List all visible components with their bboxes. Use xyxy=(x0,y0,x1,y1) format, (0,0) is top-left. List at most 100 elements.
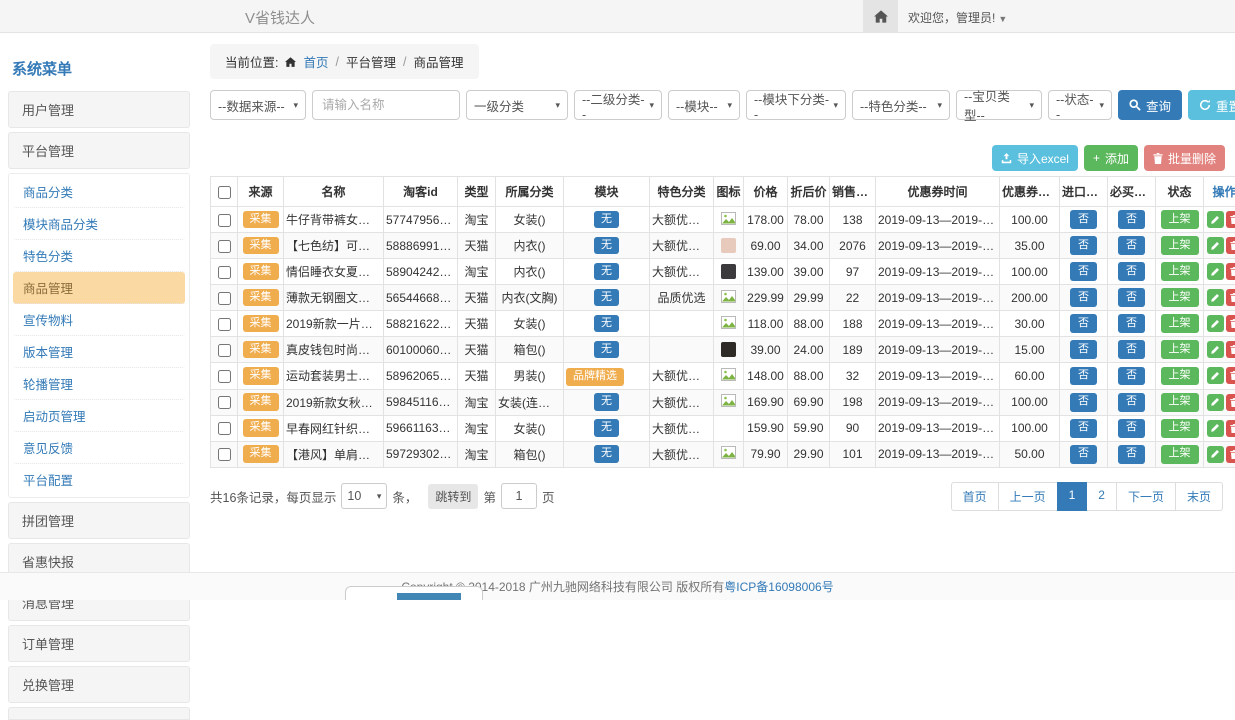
page-last[interactable]: 末页 xyxy=(1175,482,1223,511)
must-buy-toggle[interactable]: 否 xyxy=(1118,210,1145,229)
import-select-toggle[interactable]: 否 xyxy=(1070,419,1097,438)
must-buy-toggle[interactable]: 否 xyxy=(1118,419,1145,438)
add-button[interactable]: + 添加 xyxy=(1084,145,1138,171)
delete-button[interactable] xyxy=(1226,211,1235,228)
delete-button[interactable] xyxy=(1226,367,1235,384)
page-next[interactable]: 下一页 xyxy=(1116,482,1176,511)
must-buy-toggle[interactable]: 否 xyxy=(1118,445,1145,464)
row-checkbox[interactable] xyxy=(218,292,231,305)
import-select-toggle[interactable]: 否 xyxy=(1070,236,1097,255)
import-select-toggle[interactable]: 否 xyxy=(1070,314,1097,333)
import-select-toggle[interactable]: 否 xyxy=(1070,340,1097,359)
status-button[interactable]: 上架 xyxy=(1161,340,1199,359)
page-first[interactable]: 首页 xyxy=(951,482,999,511)
edit-button[interactable] xyxy=(1207,211,1224,228)
edit-button[interactable] xyxy=(1207,341,1224,358)
edit-button[interactable] xyxy=(1207,394,1224,411)
sidebar-item-group-buy-management[interactable]: 拼团管理 xyxy=(8,502,190,539)
must-buy-toggle[interactable]: 否 xyxy=(1118,262,1145,281)
status-button[interactable]: 上架 xyxy=(1161,393,1199,412)
status-button[interactable]: 上架 xyxy=(1161,262,1199,281)
level1-category-select[interactable]: 一级分类▾ xyxy=(466,90,568,120)
edit-button[interactable] xyxy=(1207,289,1224,306)
batch-delete-button[interactable]: 批量删除 xyxy=(1144,145,1225,171)
page-2[interactable]: 2 xyxy=(1086,482,1117,511)
feature-category-select[interactable]: --特色分类--▾ xyxy=(852,90,950,120)
page-prev[interactable]: 上一页 xyxy=(998,482,1058,511)
delete-button[interactable] xyxy=(1226,394,1235,411)
edit-button[interactable] xyxy=(1207,367,1224,384)
import-select-toggle[interactable]: 否 xyxy=(1070,288,1097,307)
module-select[interactable]: --模块--▾ xyxy=(668,90,740,120)
jump-page-input[interactable] xyxy=(501,483,537,509)
row-checkbox[interactable] xyxy=(218,214,231,227)
delete-button[interactable] xyxy=(1226,237,1235,254)
edit-button[interactable] xyxy=(1207,446,1224,463)
sidebar-item-product-category[interactable]: 商品分类 xyxy=(13,176,185,208)
import-select-toggle[interactable]: 否 xyxy=(1070,367,1097,386)
home-button[interactable] xyxy=(863,0,898,32)
sidebar-item-promo-materials[interactable]: 宣传物料 xyxy=(13,304,185,336)
sidebar-item-feedback[interactable]: 意见反馈 xyxy=(13,432,185,464)
must-buy-toggle[interactable]: 否 xyxy=(1118,236,1145,255)
import-select-toggle[interactable]: 否 xyxy=(1070,393,1097,412)
data-source-select[interactable]: --数据来源--▾ xyxy=(210,90,306,120)
sidebar-item-splash-page-management[interactable]: 启动页管理 xyxy=(13,400,185,432)
module-sub-select[interactable]: --模块下分类--▾ xyxy=(746,90,846,120)
sidebar-item-module-product-category[interactable]: 模块商品分类 xyxy=(13,208,185,240)
status-button[interactable]: 上架 xyxy=(1161,236,1199,255)
status-button[interactable]: 上架 xyxy=(1161,419,1199,438)
edit-button[interactable] xyxy=(1207,263,1224,280)
row-checkbox[interactable] xyxy=(218,344,231,357)
status-button[interactable]: 上架 xyxy=(1161,210,1199,229)
row-checkbox[interactable] xyxy=(218,448,231,461)
edit-button[interactable] xyxy=(1207,237,1224,254)
level2-category-select[interactable]: --二级分类--▾ xyxy=(574,90,662,120)
delete-button[interactable] xyxy=(1226,289,1235,306)
row-checkbox[interactable] xyxy=(218,370,231,383)
must-buy-toggle[interactable]: 否 xyxy=(1118,393,1145,412)
user-menu[interactable]: 欢迎您，管理员!▼ xyxy=(908,9,1007,26)
delete-button[interactable] xyxy=(1226,315,1235,332)
breadcrumb-home-link[interactable]: 首页 xyxy=(303,52,328,71)
import-select-toggle[interactable]: 否 xyxy=(1070,262,1097,281)
must-buy-toggle[interactable]: 否 xyxy=(1118,367,1145,386)
delete-button[interactable] xyxy=(1226,446,1235,463)
must-buy-toggle[interactable]: 否 xyxy=(1118,314,1145,333)
delete-button[interactable] xyxy=(1226,420,1235,437)
sidebar-item-carousel-management[interactable]: 轮播管理 xyxy=(13,368,185,400)
status-button[interactable]: 上架 xyxy=(1161,288,1199,307)
icp-link[interactable]: 粤ICP备16098006号 xyxy=(724,578,833,595)
item-type-select[interactable]: --宝贝类型--▾ xyxy=(956,90,1042,120)
select-all-checkbox[interactable] xyxy=(218,186,231,199)
import-excel-button[interactable]: 导入excel xyxy=(992,145,1078,171)
reset-button[interactable]: 重置 xyxy=(1188,90,1235,120)
edit-button[interactable] xyxy=(1207,420,1224,437)
row-checkbox[interactable] xyxy=(218,266,231,279)
sidebar-item-featured-category[interactable]: 特色分类 xyxy=(13,240,185,272)
status-select[interactable]: --状态--▾ xyxy=(1048,90,1112,120)
sidebar-item-clipped-item[interactable] xyxy=(8,707,190,720)
sidebar-item-version-management[interactable]: 版本管理 xyxy=(13,336,185,368)
edit-button[interactable] xyxy=(1207,315,1224,332)
name-input[interactable] xyxy=(312,90,460,120)
search-button[interactable]: 查询 xyxy=(1118,90,1182,120)
sidebar-item-platform-management[interactable]: 平台管理 xyxy=(8,132,190,169)
row-checkbox[interactable] xyxy=(218,422,231,435)
sidebar-item-product-management[interactable]: 商品管理 xyxy=(13,272,185,304)
page-1[interactable]: 1 xyxy=(1057,482,1088,511)
row-checkbox[interactable] xyxy=(218,318,231,331)
status-button[interactable]: 上架 xyxy=(1161,445,1199,464)
import-select-toggle[interactable]: 否 xyxy=(1070,445,1097,464)
row-checkbox[interactable] xyxy=(218,240,231,253)
import-select-toggle[interactable]: 否 xyxy=(1070,210,1097,229)
per-page-select[interactable]: 10▾ xyxy=(341,483,387,509)
must-buy-toggle[interactable]: 否 xyxy=(1118,340,1145,359)
row-checkbox[interactable] xyxy=(218,396,231,409)
status-button[interactable]: 上架 xyxy=(1161,367,1199,386)
must-buy-toggle[interactable]: 否 xyxy=(1118,288,1145,307)
delete-button[interactable] xyxy=(1226,263,1235,280)
sidebar-item-platform-config[interactable]: 平台配置 xyxy=(13,464,185,495)
sidebar-item-user-management[interactable]: 用户管理 xyxy=(8,91,190,128)
delete-button[interactable] xyxy=(1226,341,1235,358)
